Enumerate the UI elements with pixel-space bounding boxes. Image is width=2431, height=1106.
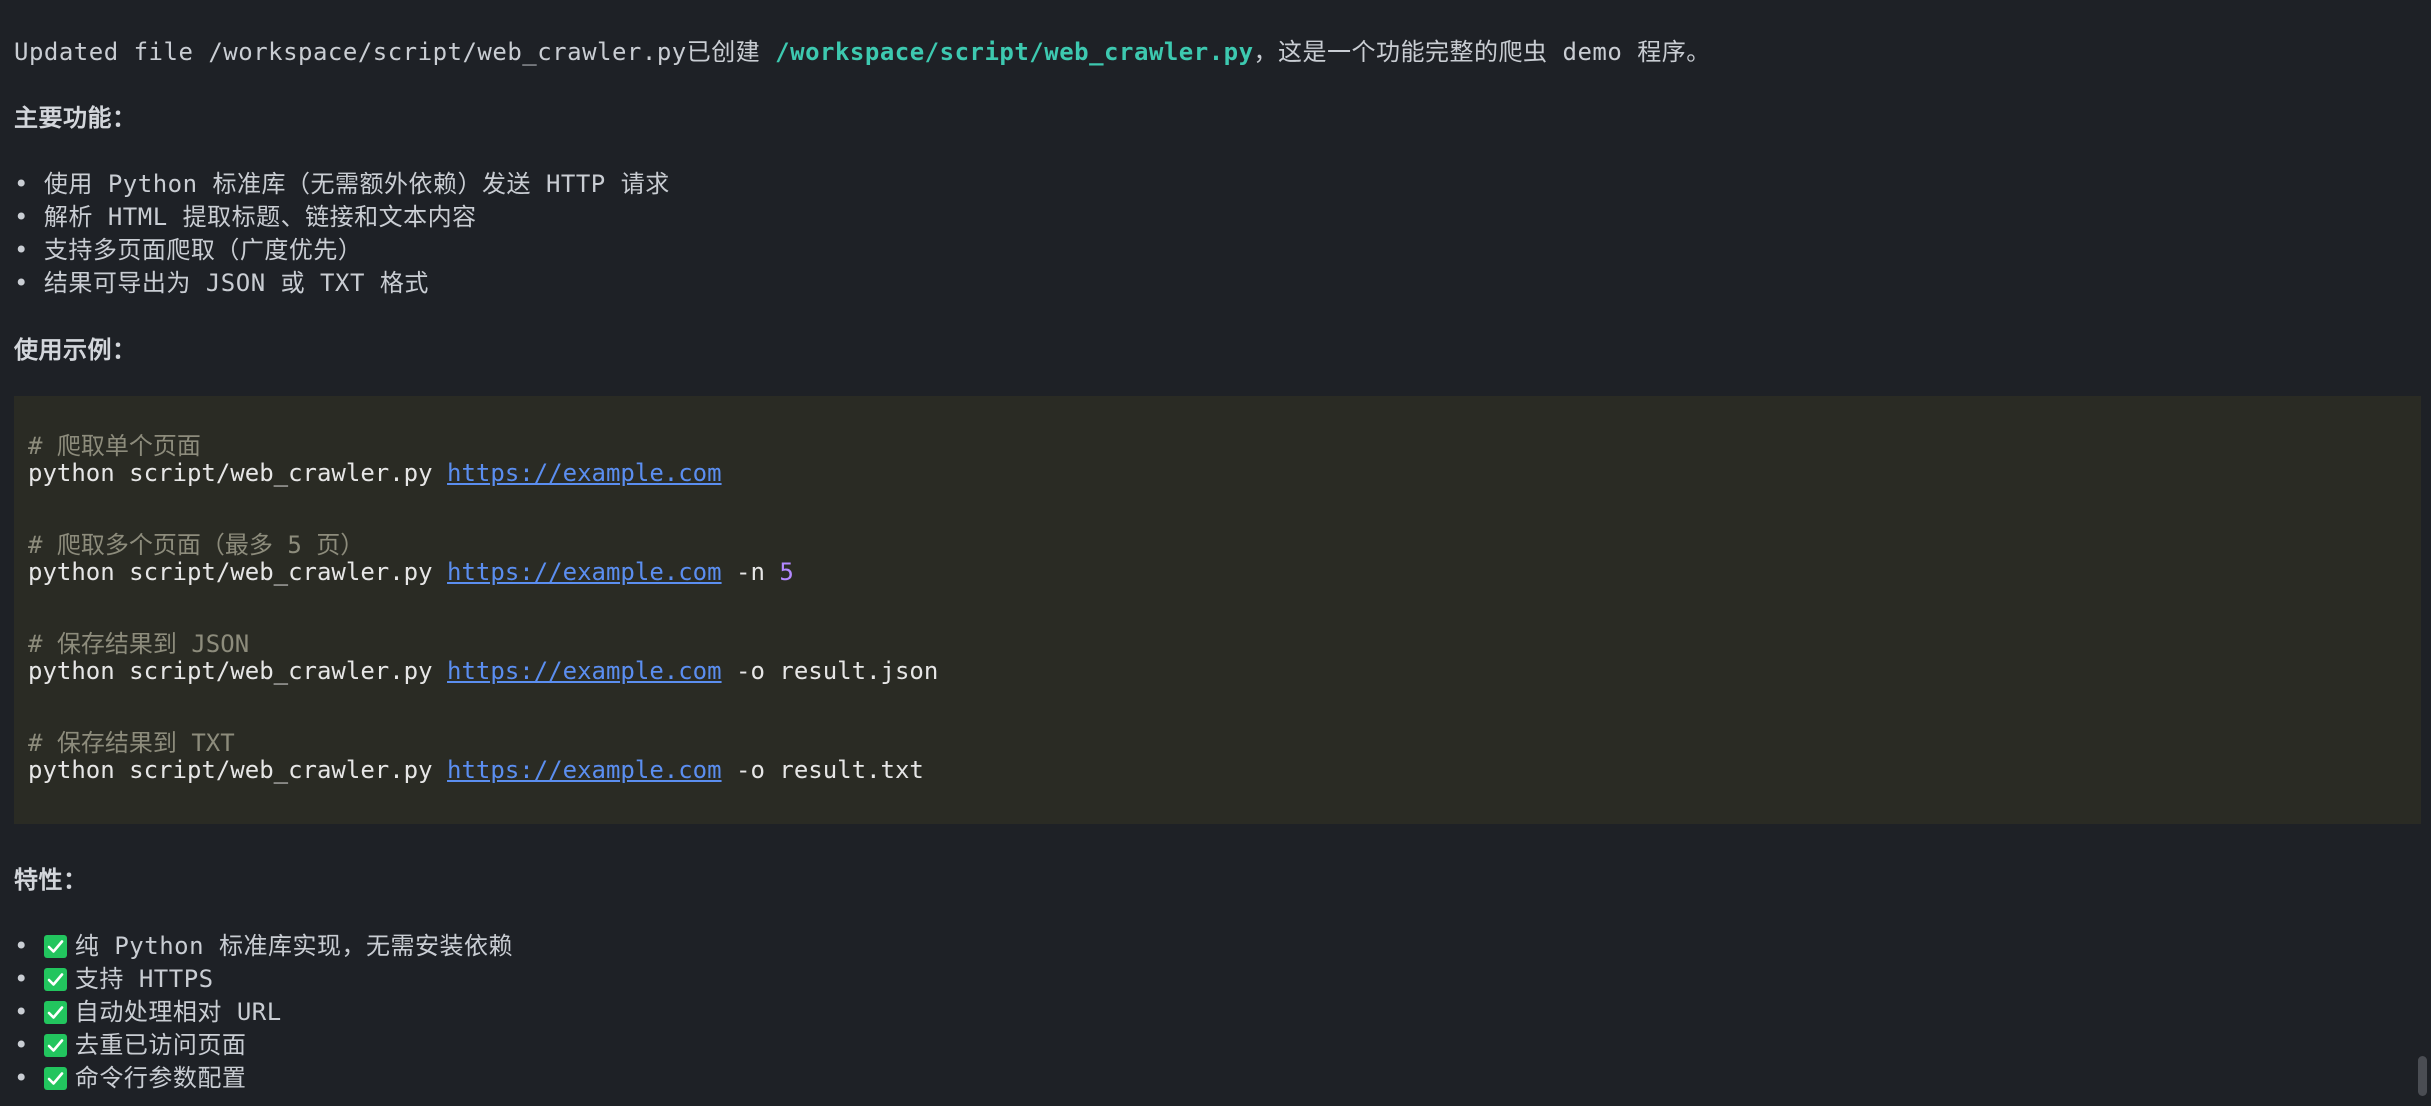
command-text: python script/web_crawler.py bbox=[28, 756, 448, 784]
traits-heading: 特性： bbox=[14, 866, 88, 894]
usage-heading: 使用示例： bbox=[14, 336, 137, 364]
scrollbar-thumb[interactable] bbox=[2418, 1056, 2427, 1096]
feature-item: • 结果可导出为 JSON 或 TXT 格式 bbox=[14, 263, 429, 298]
check-box-icon bbox=[43, 968, 67, 991]
trait-text: 命令行参数配置 bbox=[74, 1064, 247, 1092]
check-box-icon bbox=[43, 1001, 67, 1024]
feature-item: • 支持多页面爬取（广度优先） bbox=[14, 230, 362, 265]
features-heading: 主要功能： bbox=[14, 104, 137, 132]
code-command: python script/web_crawler.py https://exa… bbox=[28, 756, 924, 784]
command-text: python script/web_crawler.py bbox=[28, 459, 448, 487]
check-box-icon bbox=[43, 1067, 67, 1090]
url-link[interactable]: https://example.com bbox=[447, 756, 722, 784]
bullet: • bbox=[14, 965, 44, 993]
command-flag: -o result.txt bbox=[721, 756, 924, 784]
scrollbar-track[interactable] bbox=[2415, 0, 2431, 1106]
trait-item: • 纯 Python 标准库实现，无需安装依赖 bbox=[14, 926, 513, 961]
check-box-icon bbox=[43, 1034, 67, 1057]
feature-text: 解析 HTML 提取标题、链接和文本内容 bbox=[43, 203, 477, 231]
code-command: python script/web_crawler.py https://exa… bbox=[28, 459, 722, 487]
code-command: python script/web_crawler.py https://exa… bbox=[28, 558, 794, 586]
trait-item: • 去重已访问页面 bbox=[14, 1025, 246, 1060]
check-box-icon bbox=[43, 935, 67, 958]
feature-item: • 解析 HTML 提取标题、链接和文本内容 bbox=[14, 197, 477, 232]
intro-created: 已创建 bbox=[686, 38, 776, 66]
code-comment: # 保存结果到 TXT bbox=[28, 729, 235, 757]
feature-text: 结果可导出为 JSON 或 TXT 格式 bbox=[43, 269, 429, 297]
code-comment: # 保存结果到 JSON bbox=[28, 630, 250, 658]
trait-item: • 支持 HTTPS bbox=[14, 959, 214, 994]
intro-suffix: ，这是一个功能完整的爬虫 demo 程序。 bbox=[1253, 38, 1711, 66]
command-text: python script/web_crawler.py bbox=[28, 558, 448, 586]
trait-text: 去重已访问页面 bbox=[74, 1031, 247, 1059]
command-flag: -n bbox=[721, 558, 780, 586]
trait-item: • 命令行参数配置 bbox=[14, 1058, 246, 1093]
bullet: • bbox=[14, 203, 44, 231]
bullet: • bbox=[14, 932, 44, 960]
trait-item: • 自动处理相对 URL bbox=[14, 992, 282, 1027]
url-link[interactable]: https://example.com bbox=[447, 459, 722, 487]
trait-text: 纯 Python 标准库实现，无需安装依赖 bbox=[74, 932, 513, 960]
bullet: • bbox=[14, 236, 44, 264]
feature-text: 使用 Python 标准库（无需额外依赖）发送 HTTP 请求 bbox=[43, 170, 670, 198]
bullet: • bbox=[14, 1031, 44, 1059]
bullet: • bbox=[14, 269, 44, 297]
url-link[interactable]: https://example.com bbox=[447, 558, 722, 586]
code-block[interactable]: # 爬取单个页面 python script/web_crawler.py ht… bbox=[14, 396, 2421, 824]
bullet: • bbox=[14, 170, 44, 198]
trait-text: 自动处理相对 URL bbox=[74, 998, 282, 1026]
command-number: 5 bbox=[779, 558, 794, 586]
intro-prefix: Updated file /workspace/script/web_crawl… bbox=[14, 38, 687, 66]
feature-item: • 使用 Python 标准库（无需额外依赖）发送 HTTP 请求 bbox=[14, 164, 670, 199]
code-comment: # 爬取多个页面（最多 5 页） bbox=[28, 531, 365, 559]
command-text: python script/web_crawler.py bbox=[28, 657, 448, 685]
command-flag: -o result.json bbox=[721, 657, 939, 685]
feature-text: 支持多页面爬取（广度优先） bbox=[43, 236, 363, 264]
file-path[interactable]: /workspace/script/web_crawler.py bbox=[775, 38, 1253, 66]
code-comment: # 爬取单个页面 bbox=[28, 432, 201, 460]
intro-line: Updated file /workspace/script/web_crawl… bbox=[14, 32, 1711, 67]
trait-text: 支持 HTTPS bbox=[74, 965, 214, 993]
url-link[interactable]: https://example.com bbox=[447, 657, 722, 685]
code-command: python script/web_crawler.py https://exa… bbox=[28, 657, 938, 685]
bullet: • bbox=[14, 1064, 44, 1092]
bullet: • bbox=[14, 998, 44, 1026]
